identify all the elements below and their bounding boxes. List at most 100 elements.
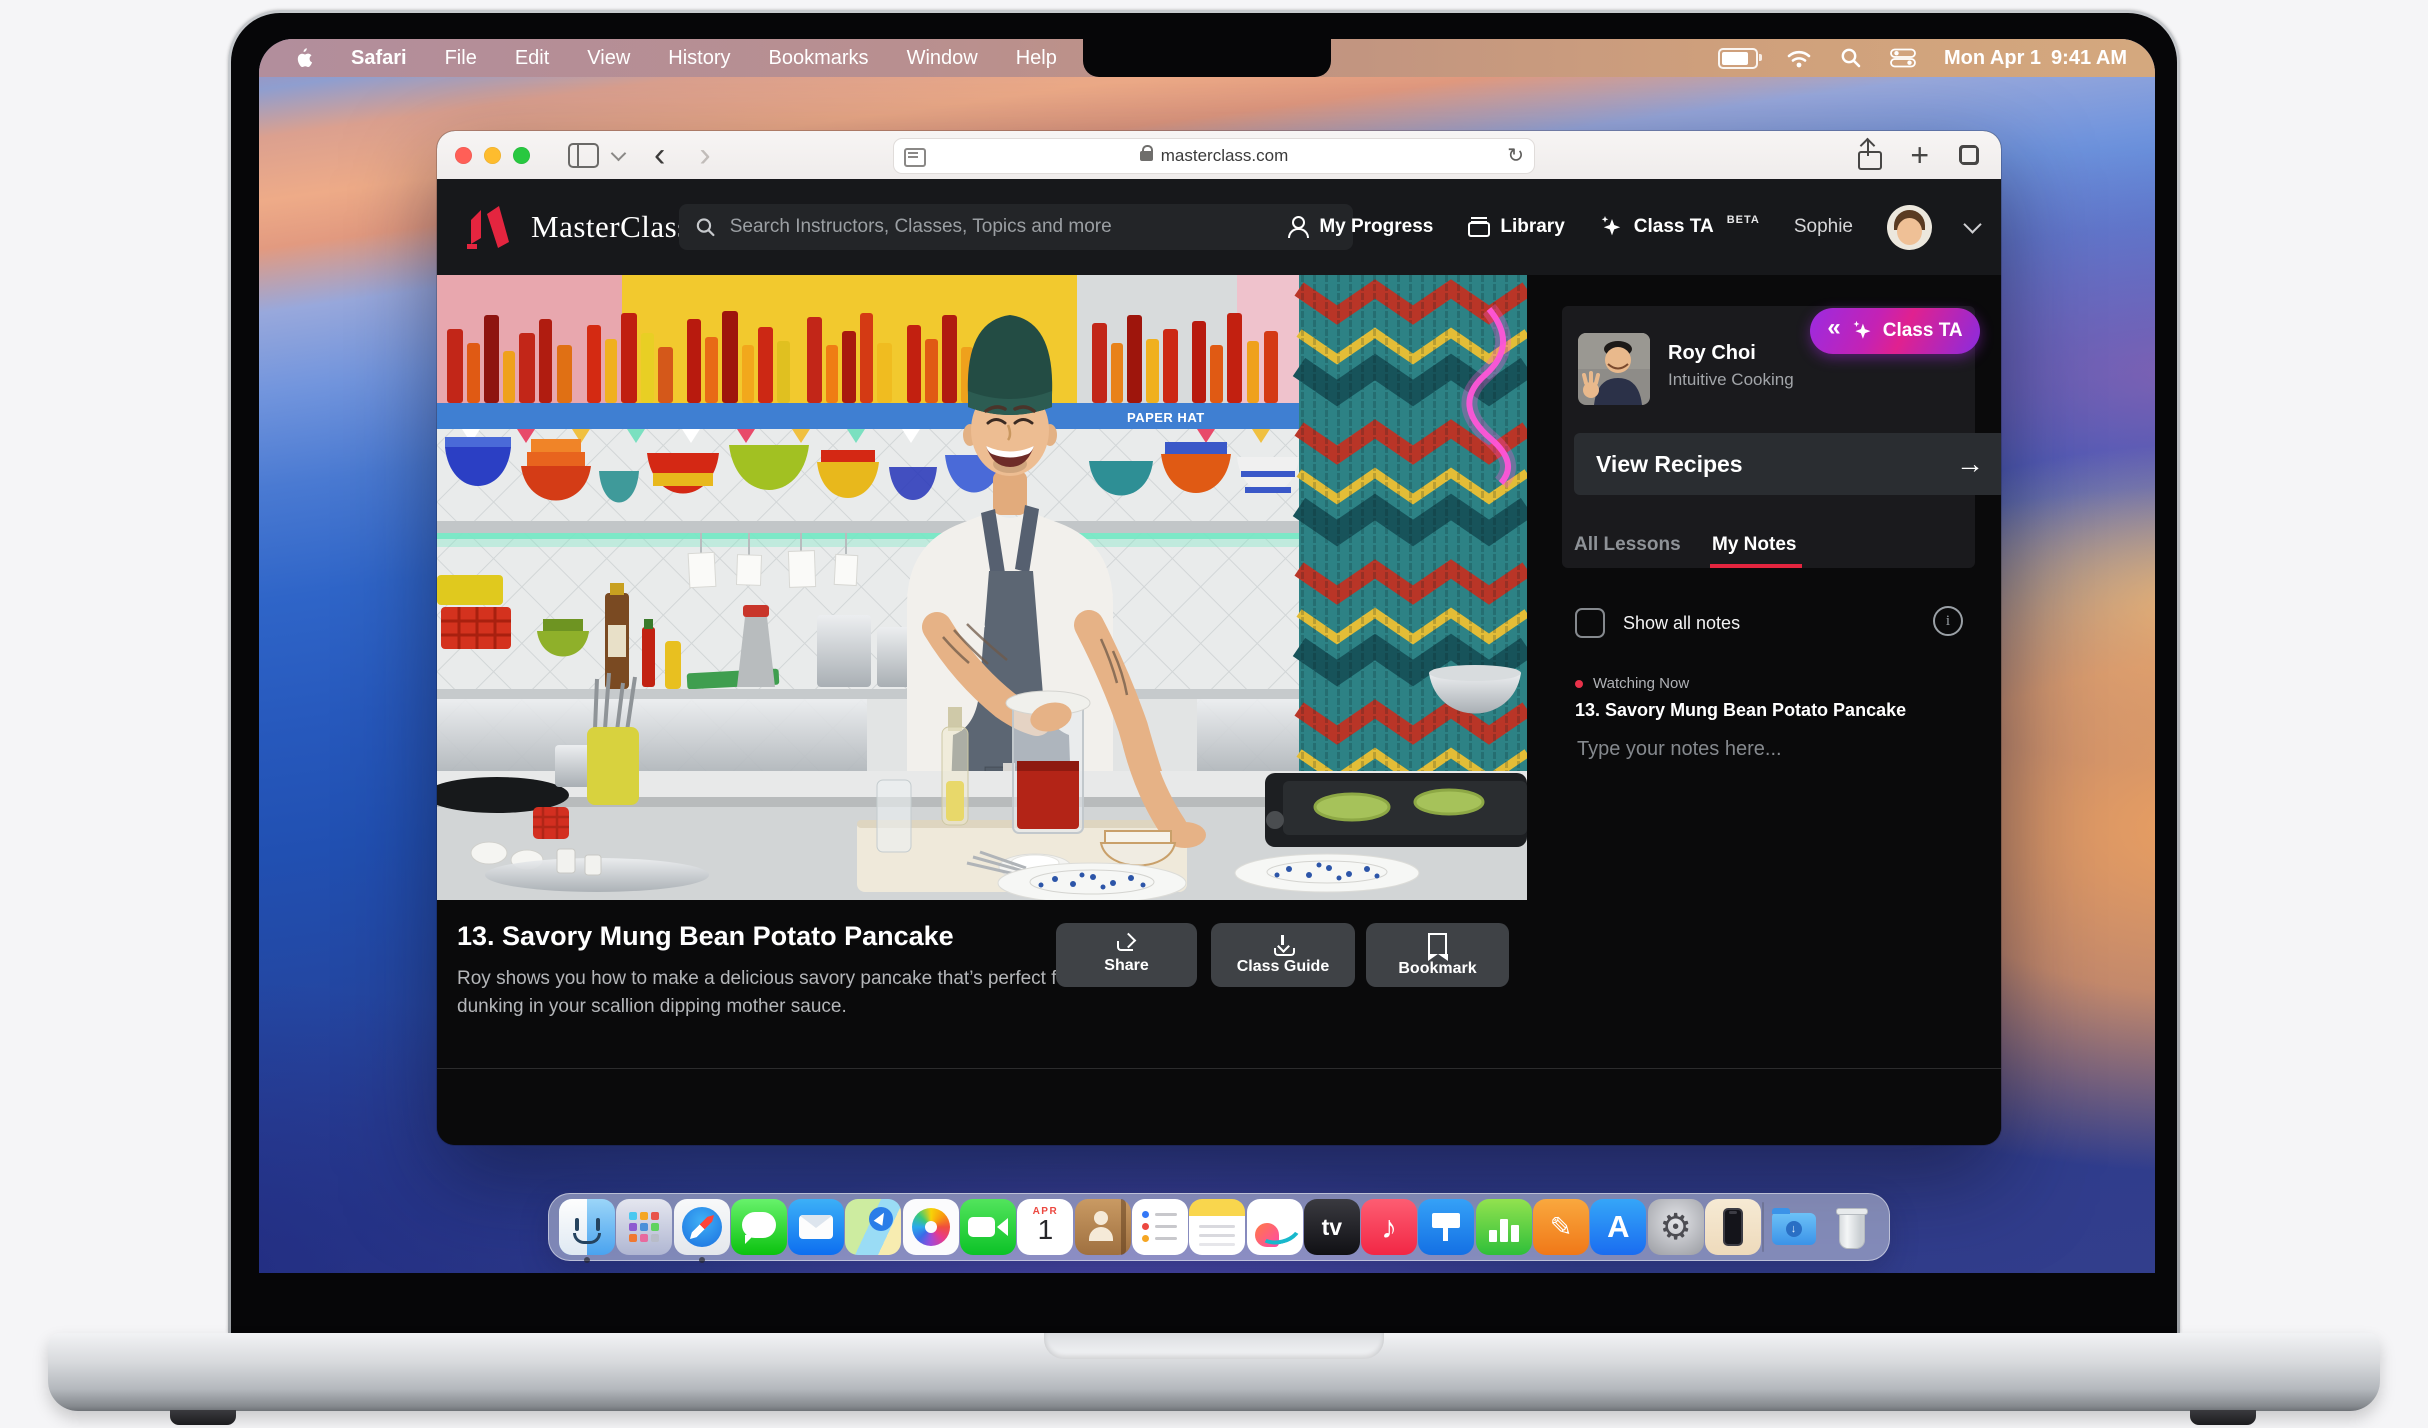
macbook-foot (170, 1410, 236, 1425)
wifi-icon[interactable] (1786, 48, 1812, 68)
view-recipes-button[interactable]: View Recipes (1574, 433, 2001, 495)
watching-now-dot (1575, 680, 1583, 688)
control-center-icon[interactable] (1890, 48, 1916, 68)
dock-icon-mail[interactable] (788, 1199, 844, 1255)
macbook-frame: Safari File Edit View History Bookmarks … (228, 10, 2180, 1333)
masterclass-logo[interactable]: MasterClass (437, 204, 690, 250)
nav-my-progress-label: My Progress (1319, 216, 1433, 238)
active-tab-underline (1710, 564, 1802, 568)
nav-library[interactable]: Library (1467, 216, 1564, 238)
menu-item-file[interactable]: File (445, 47, 477, 70)
account-chevron-down-icon[interactable] (1963, 215, 1981, 233)
menu-item-safari[interactable]: Safari (351, 47, 407, 70)
share-page-icon[interactable] (1858, 142, 1880, 168)
course-name: Intuitive Cooking (1668, 370, 1794, 390)
dock-icon-app-store[interactable] (1590, 1199, 1646, 1255)
macbook-lid-notch (1044, 1333, 1384, 1359)
macbook-bezel: Safari File Edit View History Bookmarks … (231, 13, 2177, 1333)
dock-icon-iphone-mirroring[interactable] (1705, 1199, 1761, 1255)
close-window-button[interactable] (455, 147, 472, 164)
notes-input[interactable] (1575, 737, 1959, 762)
minimize-window-button[interactable] (484, 147, 501, 164)
info-icon[interactable] (1933, 606, 1963, 636)
masterclass-page: MasterClass (437, 179, 2001, 1145)
dock-icon-downloads[interactable] (1766, 1199, 1822, 1255)
tab-overview-icon[interactable] (1959, 145, 1979, 165)
menu-item-bookmarks[interactable]: Bookmarks (769, 47, 869, 70)
search-bar[interactable] (679, 204, 1353, 250)
watching-now-label: Watching Now (1593, 675, 1689, 692)
dock-icon-contacts[interactable] (1075, 1199, 1131, 1255)
nav-class-ta-label: Class TA (1634, 216, 1714, 238)
address-bar[interactable]: masterclass.com (893, 138, 1535, 174)
dock-icon-messages[interactable] (731, 1199, 787, 1255)
dock-icon-launchpad[interactable] (616, 1199, 672, 1255)
current-lesson-title: 13. Savory Mung Bean Potato Pancake (1575, 700, 1906, 721)
dock-icon-maps[interactable] (845, 1199, 901, 1255)
apple-logo-icon[interactable] (295, 47, 313, 69)
safari-toolbar: masterclass.com (437, 131, 2001, 180)
paper-hat-banner-text: PAPER HAT (1127, 410, 1205, 425)
dock-icon-trash[interactable] (1823, 1199, 1879, 1255)
menubar-clock[interactable]: Mon Apr 1 9:41 AM (1944, 47, 2127, 70)
spotlight-search-icon[interactable] (1840, 47, 1862, 69)
tab-all-lessons[interactable]: All Lessons (1574, 534, 1681, 556)
calendar-day: 1 (1017, 1214, 1073, 1246)
lesson-description: Roy shows you how to make a delicious sa… (457, 965, 1077, 1021)
dock-icon-facetime[interactable] (960, 1199, 1016, 1255)
dock-icon-safari[interactable] (674, 1199, 730, 1255)
battery-icon[interactable] (1718, 48, 1758, 69)
masterclass-header: MasterClass (437, 179, 2001, 275)
tab-my-notes[interactable]: My Notes (1712, 534, 1796, 556)
nav-library-label: Library (1500, 216, 1564, 238)
dock-icon-music[interactable] (1361, 1199, 1417, 1255)
library-icon (1467, 217, 1489, 237)
nav-my-progress[interactable]: My Progress (1286, 216, 1433, 238)
dock-icon-calendar[interactable]: APR 1 (1017, 1199, 1073, 1255)
show-all-notes-checkbox[interactable] (1575, 608, 1605, 638)
menu-item-history[interactable]: History (668, 47, 730, 70)
dock-icon-notes[interactable] (1189, 1199, 1245, 1255)
show-all-notes-label: Show all notes (1623, 613, 1740, 634)
sidebar-chevron-icon[interactable] (611, 145, 627, 161)
dock-icon-pages[interactable] (1533, 1199, 1589, 1255)
dock-icon-photos[interactable] (903, 1199, 959, 1255)
menubar-date: Mon Apr 1 (1944, 47, 2041, 70)
download-icon (1274, 935, 1292, 952)
desktop-screenshot: Safari File Edit View History Bookmarks … (0, 0, 2428, 1428)
bookmark-button[interactable]: Bookmark (1366, 923, 1509, 987)
dotted-plate (1235, 854, 1419, 892)
dock-icon-keynote[interactable] (1418, 1199, 1474, 1255)
masterclass-brand-name: MasterClass (531, 209, 690, 245)
class-guide-button[interactable]: Class Guide (1211, 923, 1355, 987)
lesson-title: 13. Savory Mung Bean Potato Pancake (457, 921, 954, 952)
person-icon (1286, 216, 1308, 238)
sidebar-toggle-icon[interactable] (568, 143, 599, 168)
dock-icon-reminders[interactable] (1132, 1199, 1188, 1255)
dock-icon-numbers[interactable] (1476, 1199, 1532, 1255)
nav-class-ta[interactable]: Class TA BETA (1599, 215, 1760, 239)
dock-icon-system-settings[interactable] (1648, 1199, 1704, 1255)
zoom-window-button[interactable] (513, 147, 530, 164)
reader-view-icon[interactable] (904, 148, 926, 167)
menu-item-help[interactable]: Help (1016, 47, 1057, 70)
video-frame-kitchen-scene: PAPER HAT (437, 275, 1527, 900)
share-icon (1117, 935, 1137, 951)
menu-item-view[interactable]: View (587, 47, 630, 70)
menu-item-window[interactable]: Window (907, 47, 978, 70)
search-input[interactable] (728, 215, 1337, 239)
bookmark-button-label: Bookmark (1398, 960, 1476, 978)
share-button[interactable]: Share (1056, 923, 1197, 987)
class-ta-toggle-button[interactable]: Class TA (1810, 308, 1980, 354)
instructor-avatar (1578, 333, 1650, 405)
menu-item-edit[interactable]: Edit (515, 47, 549, 70)
bookmark-icon (1428, 933, 1447, 954)
video-player[interactable]: PAPER HAT (437, 275, 1527, 900)
dock-icon-freeform[interactable] (1247, 1199, 1303, 1255)
reload-icon[interactable] (1507, 143, 1524, 168)
user-avatar[interactable] (1887, 205, 1932, 250)
hot-sauce-shelf (437, 275, 1327, 407)
dock-icon-finder[interactable] (559, 1199, 615, 1255)
dock-icon-apple-tv[interactable] (1304, 1199, 1360, 1255)
class-guide-button-label: Class Guide (1237, 958, 1329, 976)
